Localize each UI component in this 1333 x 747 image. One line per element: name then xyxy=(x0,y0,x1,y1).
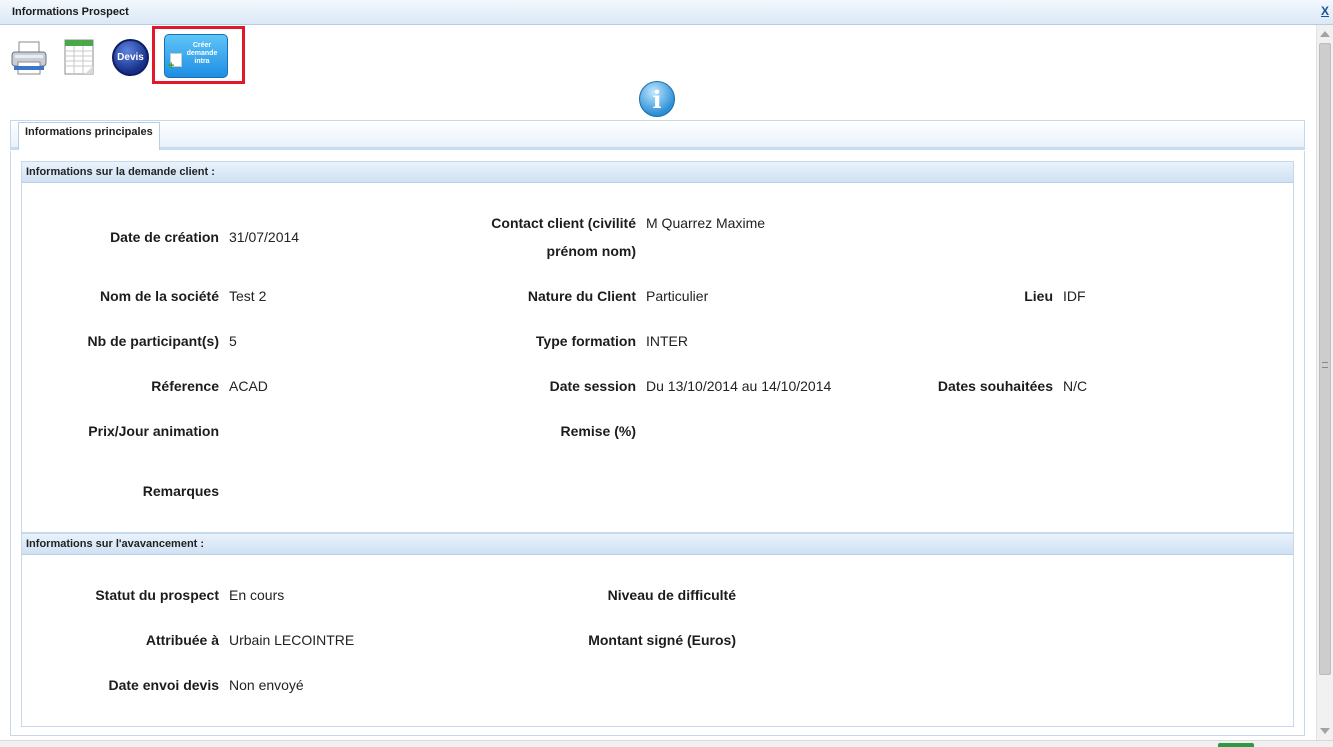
attribuee-label: Attribuée à xyxy=(145,632,219,648)
info-icon[interactable]: i xyxy=(639,81,675,117)
remise-label: Remise (%) xyxy=(560,423,636,439)
prospect-window: Informations Prospect X Devis + Créer de… xyxy=(0,0,1333,747)
participants-value: 5 xyxy=(229,333,237,349)
nature-value: Particulier xyxy=(646,288,709,304)
statut-value: En cours xyxy=(229,587,285,603)
bottom-bar xyxy=(0,740,1333,747)
close-button[interactable]: X xyxy=(1321,4,1329,18)
type-formation-value: INTER xyxy=(646,333,688,349)
participants-label: Nb de participant(s) xyxy=(87,333,219,349)
contact-label: Contact client (civilité xyxy=(491,215,636,231)
contact-label-line2: prénom nom) xyxy=(546,243,636,259)
section-header: Informations sur l'avavancement : xyxy=(22,534,1293,555)
date-creation-value: 31/07/2014 xyxy=(229,229,300,245)
remarques-label: Remarques xyxy=(142,483,219,499)
statut-label: Statut du prospect xyxy=(95,587,219,603)
plus-icon: + xyxy=(168,60,175,72)
creer-button-label: Créer demande intra xyxy=(186,42,218,65)
grip-icon xyxy=(1322,362,1328,368)
prix-jour-label: Prix/Jour animation xyxy=(88,423,219,439)
type-formation-label: Type formation xyxy=(535,333,636,349)
section-avancement: Informations sur l'avavancement : xyxy=(21,533,1294,727)
dates-souhaitees-value: N/C xyxy=(1063,378,1088,394)
date-envoi-value: Non envoyé xyxy=(229,677,304,693)
section-header: Informations sur la demande client : xyxy=(22,162,1293,183)
scroll-thumb[interactable] xyxy=(1319,43,1331,675)
date-session-value: Du 13/10/2014 au 14/10/2014 xyxy=(646,378,832,394)
contact-value: M Quarrez Maxime xyxy=(646,215,766,231)
scroll-up-icon[interactable] xyxy=(1320,31,1330,37)
attribuee-value: Urbain LECOINTRE xyxy=(229,632,355,648)
date-envoi-label: Date envoi devis xyxy=(108,677,220,693)
printer-icon[interactable] xyxy=(10,40,48,76)
spreadsheet-icon[interactable] xyxy=(63,38,97,76)
window-titlebar: Informations Prospect X xyxy=(0,0,1333,25)
societe-value: Test 2 xyxy=(229,288,267,304)
reference-label: Réference xyxy=(151,378,219,394)
devis-button[interactable]: Devis xyxy=(112,39,149,76)
societe-label: Nom de la société xyxy=(99,288,219,304)
nature-label: Nature du Client xyxy=(527,288,636,304)
lieu-value: IDF xyxy=(1063,288,1086,304)
tab-informations-principales[interactable]: Informations principales xyxy=(18,122,160,150)
montant-label: Montant signé (Euros) xyxy=(588,632,736,648)
difficulte-label: Niveau de difficulté xyxy=(607,587,736,603)
date-creation-label: Date de création xyxy=(110,229,219,245)
lieu-label: Lieu xyxy=(1024,288,1053,304)
scroll-down-icon[interactable] xyxy=(1320,728,1330,734)
green-indicator xyxy=(1218,743,1254,747)
tab-bar: Informations principales xyxy=(10,120,1305,150)
window-title: Informations Prospect xyxy=(12,6,129,18)
reference-value: ACAD xyxy=(229,378,268,394)
date-session-label: Date session xyxy=(549,378,636,394)
creer-demande-intra-button[interactable]: + Créer demande intra xyxy=(164,34,228,78)
dates-souhaitees-label: Dates souhaitées xyxy=(937,378,1053,394)
vertical-scrollbar[interactable] xyxy=(1316,25,1333,740)
